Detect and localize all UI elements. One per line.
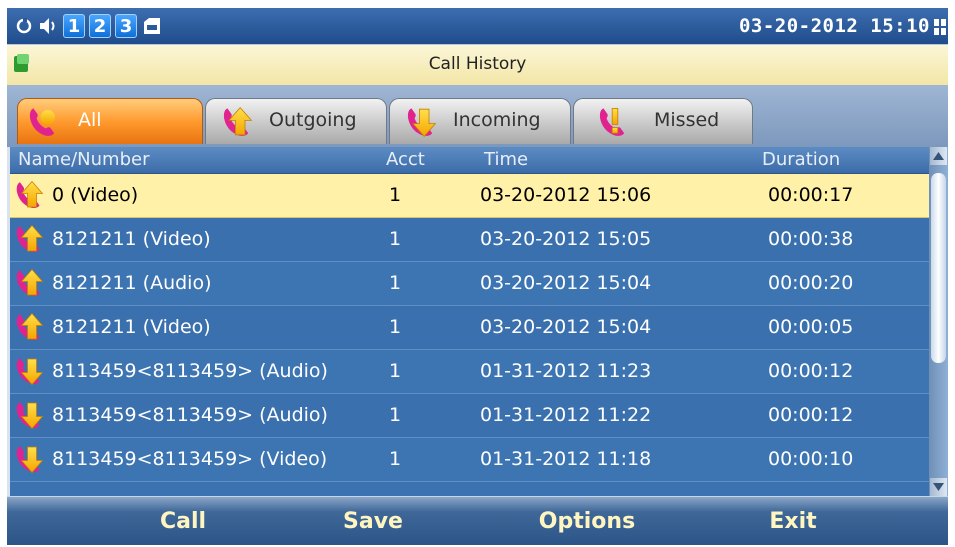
outgoing-call-icon	[218, 106, 256, 138]
column-header-acct: Acct	[386, 149, 425, 170]
call-time: 03-20-2012 15:04	[480, 316, 652, 338]
scroll-thumb[interactable]	[931, 173, 946, 363]
call-name: 8121211 (Video)	[52, 228, 211, 250]
outgoing-call-icon	[14, 268, 44, 298]
tab-all[interactable]: All	[17, 98, 203, 144]
battery-icon	[934, 19, 946, 35]
call-time: 01-31-2012 11:23	[480, 360, 652, 382]
call-duration: 00:00:38	[768, 228, 854, 250]
tab-all-label: All	[78, 109, 102, 131]
line-3-indicator: 3	[115, 14, 137, 38]
table-row[interactable]: 8113459<8113459> (Audio) 1 01-31-2012 11…	[10, 394, 929, 438]
call-button[interactable]: Call	[103, 509, 263, 534]
call-duration: 00:00:05	[768, 316, 854, 338]
scroll-up-button[interactable]	[930, 147, 947, 165]
call-name: 8113459<8113459> (Audio)	[52, 404, 328, 426]
table-row[interactable]: 8121211 (Video) 1 03-20-2012 15:05 00:00…	[10, 218, 929, 262]
call-name: 8121211 (Video)	[52, 316, 211, 338]
title-bar: Call History	[7, 44, 948, 86]
call-duration: 00:00:12	[768, 360, 854, 382]
options-button[interactable]: Options	[507, 509, 667, 534]
outgoing-call-icon	[14, 180, 44, 210]
exit-button[interactable]: Exit	[713, 509, 873, 534]
call-acct: 1	[389, 316, 402, 338]
call-acct: 1	[389, 360, 402, 382]
page-title: Call History	[428, 54, 527, 74]
call-acct: 1	[389, 272, 402, 294]
call-duration: 00:00:17	[768, 184, 854, 206]
cassette-icon	[141, 14, 163, 38]
call-acct: 1	[389, 184, 402, 206]
outgoing-call-icon	[14, 224, 44, 254]
call-name: 8121211 (Audio)	[52, 272, 212, 294]
column-header-name: Name/Number	[18, 149, 150, 170]
call-time: 01-31-2012 11:18	[480, 448, 652, 470]
incoming-call-icon	[14, 400, 44, 430]
clock: 03-20-2012 15:10	[738, 15, 930, 37]
call-name: 0 (Video)	[52, 184, 139, 206]
column-header-time: Time	[484, 149, 529, 170]
tab-missed-label: Missed	[654, 109, 720, 131]
all-calls-icon	[24, 106, 55, 138]
incoming-call-icon	[14, 444, 44, 474]
call-time: 03-20-2012 15:06	[480, 184, 652, 206]
phone-screen: 1 2 3 03-20-2012 15:10 Call History All	[7, 8, 948, 545]
tab-missed[interactable]: Missed	[573, 98, 753, 144]
call-time: 01-31-2012 11:22	[480, 404, 652, 426]
call-acct: 1	[389, 228, 402, 250]
missed-call-icon	[594, 108, 632, 138]
table-row[interactable]: 8113459<8113459> (Video) 1 01-31-2012 11…	[10, 438, 929, 482]
call-name: 8113459<8113459> (Audio)	[52, 360, 328, 382]
table-row[interactable]: 8113459<8113459> (Audio) 1 01-31-2012 11…	[10, 350, 929, 394]
call-duration: 00:00:10	[768, 448, 854, 470]
chevron-down-icon	[933, 483, 944, 491]
list-header: Name/Number Acct Time Duration	[10, 147, 929, 174]
table-row[interactable]: 8121211 (Video) 1 03-20-2012 15:04 00:00…	[10, 306, 929, 350]
incoming-call-icon	[402, 106, 440, 138]
save-button[interactable]: Save	[293, 509, 453, 534]
call-time: 03-20-2012 15:05	[480, 228, 652, 250]
speaker-icon	[37, 14, 59, 38]
column-header-duration: Duration	[762, 149, 841, 170]
call-duration: 00:00:20	[768, 272, 854, 294]
call-time: 03-20-2012 15:04	[480, 272, 652, 294]
call-acct: 1	[389, 448, 402, 470]
table-row[interactable]: 8121211 (Audio) 1 03-20-2012 15:04 00:00…	[10, 262, 929, 306]
outgoing-call-icon	[14, 312, 44, 342]
table-row[interactable]: 0 (Video) 1 03-20-2012 15:06 00:00:17	[10, 174, 929, 218]
scroll-down-button[interactable]	[930, 478, 947, 496]
call-history-list: Name/Number Acct Time Duration 0 (Video)…	[10, 147, 929, 496]
list-scrollbar[interactable]	[929, 147, 948, 496]
call-duration: 00:00:12	[768, 404, 854, 426]
tab-incoming[interactable]: Incoming	[389, 98, 571, 144]
tab-bar: All Outgoing Incoming Missed	[7, 85, 948, 147]
line-1-indicator: 1	[63, 14, 85, 38]
tab-incoming-label: Incoming	[453, 109, 541, 131]
refresh-icon	[13, 14, 35, 38]
call-acct: 1	[389, 404, 402, 426]
chevron-up-icon	[933, 152, 944, 160]
line-2-indicator: 2	[89, 14, 111, 38]
tab-outgoing[interactable]: Outgoing	[205, 98, 387, 144]
call-name: 8113459<8113459> (Video)	[52, 448, 328, 470]
incoming-call-icon	[14, 356, 44, 386]
status-bar: 1 2 3 03-20-2012 15:10	[7, 8, 948, 44]
tab-outgoing-label: Outgoing	[269, 109, 357, 131]
softkey-bar: Call Save Options Exit	[7, 496, 948, 545]
